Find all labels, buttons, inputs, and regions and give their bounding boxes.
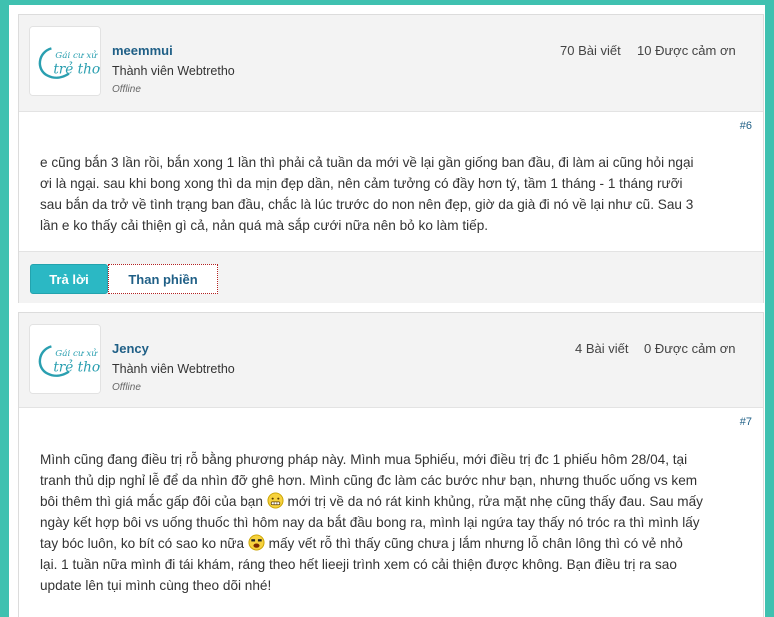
message-line: update lên tụi mình cùng theo dõi nhé! bbox=[40, 578, 272, 593]
logo-icon: Gái cư xử trẻ thơ bbox=[30, 27, 100, 95]
username-link[interactable]: Jency bbox=[112, 341, 149, 356]
post-number-link[interactable]: #7 bbox=[740, 416, 752, 428]
message-line: lần e ko thấy cải thiện gì cả, nản quá m… bbox=[40, 218, 489, 233]
user-status: Offline bbox=[112, 84, 141, 95]
post-message: e cũng bắn 3 lần rồi, bắn xong 1 lần thì… bbox=[40, 152, 748, 236]
svg-text:Gái cư xử: Gái cư xử bbox=[55, 348, 98, 359]
message-text: mới trị về da nó rát kinh khủng, rửa mặt… bbox=[283, 494, 703, 509]
message-line: e cũng bắn 3 lần rồi, bắn xong 1 lần thì… bbox=[40, 155, 694, 170]
message-line: lại. 1 tuần nữa mình đi tái khám, ráng t… bbox=[40, 557, 677, 572]
logo-icon: Gái cư xử trẻ thơ bbox=[30, 325, 100, 393]
message-line: Mình cũng đang điều trị rỗ bằng phương p… bbox=[40, 452, 688, 467]
message-line: ngày kết hợp bôi vs uống thuốc thì hôm n… bbox=[40, 515, 700, 530]
message-text: mấy vết rỗ thì thấy cũng chưa j lắm nhưn… bbox=[264, 536, 683, 551]
thanks-count: 10 Được cảm ơn bbox=[637, 43, 736, 58]
post-header: Gái cư xử trẻ thơ Jency Thành viên Webtr… bbox=[19, 313, 763, 408]
message-line: ơi là ngại. sau khi bong xong thì da mịn… bbox=[40, 176, 683, 191]
reply-button[interactable]: Trả lời bbox=[30, 264, 108, 294]
thread-panel: Gái cư xử trẻ thơ meemmui Thành viên Web… bbox=[9, 5, 765, 617]
post-number-link[interactable]: #6 bbox=[740, 120, 752, 132]
report-button[interactable]: Than phiền bbox=[108, 264, 218, 294]
thanks-count: 0 Được cảm ơn bbox=[644, 341, 736, 356]
svg-text:Gái cư xử: Gái cư xử bbox=[55, 50, 98, 61]
user-title: Thành viên Webtretho bbox=[112, 362, 235, 376]
message-line: sau bắn da trở về tình trạng ban đầu, ch… bbox=[40, 197, 694, 212]
message-text: tay bóc luôn, ko bít có sao ko nữa bbox=[40, 536, 245, 551]
svg-text:trẻ thơ: trẻ thơ bbox=[53, 360, 100, 376]
post-header: Gái cư xử trẻ thơ meemmui Thành viên Web… bbox=[19, 15, 763, 112]
post-count: 4 Bài viết bbox=[575, 341, 629, 356]
user-avatar[interactable]: Gái cư xử trẻ thơ bbox=[29, 26, 101, 96]
forum-post: Gái cư xử trẻ thơ Jency Thành viên Webtr… bbox=[18, 312, 764, 617]
post-message: Mình cũng đang điều trị rỗ bằng phương p… bbox=[40, 449, 748, 596]
shocked-emoji-icon bbox=[248, 534, 265, 551]
forum-post: Gái cư xử trẻ thơ meemmui Thành viên Web… bbox=[18, 14, 764, 303]
username-link[interactable]: meemmui bbox=[112, 43, 173, 58]
user-title: Thành viên Webtretho bbox=[112, 64, 235, 78]
post-footer: Trả lời Than phiền bbox=[19, 251, 763, 303]
post-count: 70 Bài viết bbox=[560, 43, 621, 58]
user-status: Offline bbox=[112, 382, 141, 393]
svg-text:trẻ thơ: trẻ thơ bbox=[53, 62, 100, 78]
grimace-emoji-icon bbox=[267, 492, 284, 509]
message-line: tay bóc luôn, ko bít có sao ko nữa mấy v… bbox=[40, 533, 748, 554]
message-line: bôi thêm thì giá mắc gấp đôi của bạn mới… bbox=[40, 491, 748, 512]
user-avatar[interactable]: Gái cư xử trẻ thơ bbox=[29, 324, 101, 394]
message-line: tranh thủ dịp nghỉ lễ để da nhìn đỡ ghê … bbox=[40, 473, 698, 488]
message-text: bôi thêm thì giá mắc gấp đôi của bạn bbox=[40, 494, 263, 509]
